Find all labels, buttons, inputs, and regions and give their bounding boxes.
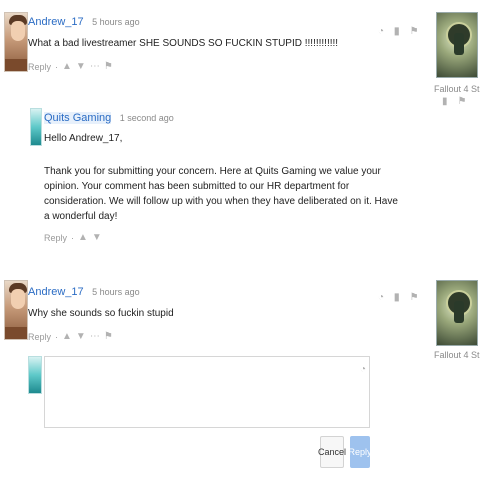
separator-dot: · (55, 331, 59, 342)
flag-icon[interactable]: ⚑ (410, 26, 419, 37)
avatar[interactable] (30, 108, 42, 146)
comment-time[interactable]: 5 hours ago (92, 287, 140, 297)
more-icon[interactable]: ▮ (442, 96, 448, 107)
reply-header: Quits Gaming 1 second ago (44, 108, 400, 126)
flag-icon[interactable]: ⚑ (104, 331, 113, 342)
comment-header: Andrew_17 5 hours ago (28, 12, 408, 30)
thumb-down-icon[interactable]: ▼ (92, 232, 102, 243)
reply-link[interactable]: Reply (44, 233, 67, 243)
emoji-icon[interactable]: ◔ (360, 364, 366, 375)
video-caption[interactable]: Fallout 4 Strea... (434, 84, 480, 94)
reply-link[interactable]: Reply (28, 62, 51, 72)
emoji-icon[interactable]: ◔ (378, 26, 384, 37)
reply-button[interactable]: Reply (349, 436, 372, 468)
video-thumbnail[interactable] (436, 280, 478, 346)
comment-text: Why she sounds so fuckin stupid (28, 308, 174, 319)
avatar[interactable] (4, 12, 28, 72)
video-actions: ▮ ⚑ (442, 96, 466, 107)
reply-1: Quits Gaming 1 second ago Hello Andrew_1… (44, 108, 400, 243)
reply-body: Thank you for submitting your concern. H… (44, 166, 398, 222)
comment-text: What a bad livestreamer SHE SOUNDS SO FU… (28, 38, 339, 49)
reply-actions: Reply · ▲ ▼ (44, 232, 400, 243)
comment-1: Andrew_17 5 hours ago What a bad livestr… (28, 12, 408, 72)
separator-dot: · (71, 232, 75, 243)
emoji-icon[interactable]: ◔ (378, 292, 384, 303)
comment-time[interactable]: 5 hours ago (92, 17, 140, 27)
thumb-up-icon[interactable]: ▲ (62, 61, 72, 72)
reply-link[interactable]: Reply (28, 332, 51, 342)
comment-2-menu: ◔ ▮ ⚑ (378, 292, 419, 303)
thumb-up-icon[interactable]: ▲ (62, 331, 72, 342)
flag-icon[interactable]: ⚑ (410, 292, 419, 303)
flag-icon[interactable]: ⚑ (458, 96, 467, 107)
thumb-down-icon[interactable]: ▼ (76, 331, 86, 342)
more-icon[interactable]: ⋯ (90, 331, 100, 342)
comment-actions: Reply · ▲ ▼ ⋯ ⚑ (28, 331, 408, 342)
video-caption[interactable]: Fallout 4 Strea... (434, 350, 480, 360)
separator-dot: · (55, 61, 59, 72)
avatar (28, 356, 42, 394)
comment-1-menu: ◔ ▮ ⚑ (378, 26, 419, 37)
thumb-down-icon[interactable]: ▼ (76, 61, 86, 72)
reply-textarea[interactable] (44, 356, 370, 428)
flag-icon[interactable]: ⚑ (104, 61, 113, 72)
more-icon[interactable]: ▮ (394, 292, 400, 303)
cancel-button[interactable]: Cancel (318, 436, 346, 468)
reply-time[interactable]: 1 second ago (120, 113, 174, 123)
reply-greeting: Hello Andrew_17, (44, 133, 123, 144)
reply-author[interactable]: Quits Gaming (44, 112, 112, 124)
more-icon[interactable]: ⋯ (90, 61, 100, 72)
thumb-up-icon[interactable]: ▲ (78, 232, 88, 243)
more-icon[interactable]: ▮ (394, 26, 400, 37)
comment-author[interactable]: Andrew_17 (28, 286, 84, 298)
comment-author[interactable]: Andrew_17 (28, 16, 84, 28)
avatar[interactable] (4, 280, 28, 340)
comment-header: Andrew_17 5 hours ago (28, 282, 408, 300)
video-thumbnail[interactable] (436, 12, 478, 78)
comment-2: Andrew_17 5 hours ago Why she sounds so … (28, 282, 408, 342)
comment-actions: Reply · ▲ ▼ ⋯ ⚑ (28, 61, 408, 72)
